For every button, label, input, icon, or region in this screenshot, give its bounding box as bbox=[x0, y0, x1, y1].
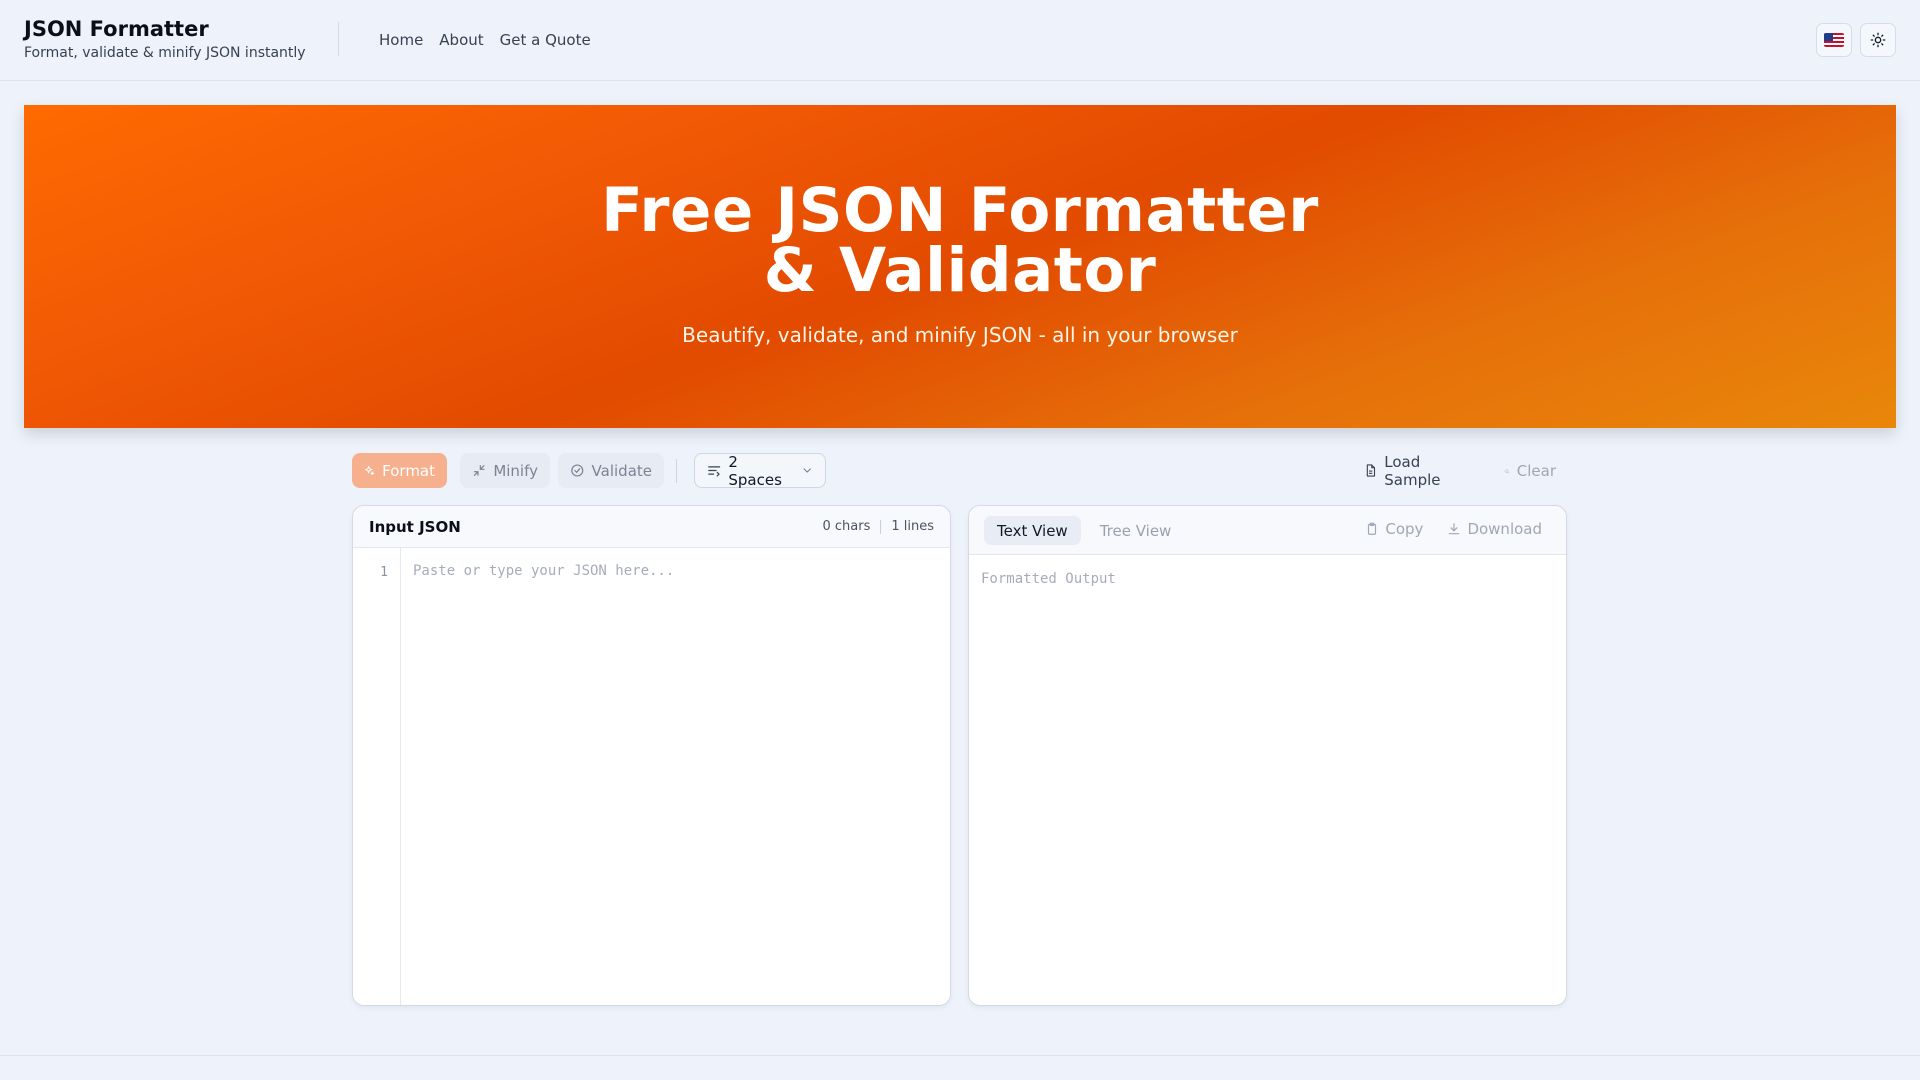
load-sample-label: Load Sample bbox=[1384, 452, 1441, 489]
app-title[interactable]: JSON Formatter bbox=[24, 16, 306, 42]
check-circle-icon bbox=[571, 464, 584, 477]
footer-divider bbox=[0, 1055, 1920, 1056]
load-sample-button[interactable]: Load Sample bbox=[1352, 452, 1482, 489]
us-flag-icon bbox=[1824, 33, 1844, 47]
hero-subtitle: Beautify, validate, and minify JSON - al… bbox=[682, 323, 1238, 347]
file-text-icon bbox=[1366, 464, 1376, 477]
download-label: Download bbox=[1467, 520, 1542, 538]
brand: JSON Formatter Format, validate & minify… bbox=[24, 16, 306, 61]
sparkles-icon bbox=[364, 465, 375, 476]
input-panel-title: Input JSON bbox=[369, 518, 461, 536]
language-button[interactable] bbox=[1816, 23, 1852, 57]
indent-select[interactable]: 2 Spaces bbox=[694, 452, 826, 489]
format-label: Format bbox=[382, 461, 435, 480]
minify-label: Minify bbox=[493, 461, 538, 480]
sun-icon bbox=[1870, 32, 1886, 48]
hero-banner: Free JSON Formatter & Validator Beautify… bbox=[24, 105, 1896, 428]
clear-label: Clear bbox=[1516, 461, 1556, 480]
minimize-arrows-icon bbox=[473, 465, 485, 476]
copy-button[interactable]: Copy bbox=[1365, 520, 1423, 538]
tab-text-view[interactable]: Text View bbox=[984, 516, 1081, 545]
input-panel-header: Input JSON 0 chars 1 lines bbox=[353, 506, 950, 548]
nav-home-link[interactable]: Home bbox=[379, 31, 423, 49]
validate-button[interactable]: Validate bbox=[558, 453, 664, 488]
view-tabs: Text View Tree View bbox=[984, 516, 1184, 545]
output-panel-header: Text View Tree View Copy Download bbox=[969, 506, 1566, 555]
char-count: 0 chars bbox=[822, 519, 871, 534]
validate-label: Validate bbox=[591, 461, 652, 480]
minify-button[interactable]: Minify bbox=[460, 453, 550, 488]
tab-tree-view[interactable]: Tree View bbox=[1087, 516, 1185, 545]
input-editor: 1 bbox=[353, 548, 950, 1005]
copy-label: Copy bbox=[1385, 520, 1424, 538]
main-nav: Home About Get a Quote bbox=[379, 31, 591, 49]
action-toolbar: Format Minify Validate 2 Spaces Load Sam… bbox=[352, 453, 1568, 489]
nav-get-a-quote-link[interactable]: Get a Quote bbox=[500, 31, 591, 49]
indent-label: 2 Spaces bbox=[728, 452, 782, 489]
toolbar-divider bbox=[676, 459, 677, 483]
clear-button[interactable]: Clear bbox=[1492, 453, 1568, 488]
clipboard-icon bbox=[1368, 522, 1377, 535]
eraser-icon bbox=[1504, 469, 1510, 473]
stats-divider bbox=[880, 520, 882, 534]
output-panel: Text View Tree View Copy Download Format… bbox=[968, 505, 1567, 1006]
line-count: 1 lines bbox=[891, 519, 934, 534]
line-number: 1 bbox=[380, 565, 388, 580]
theme-toggle-button[interactable] bbox=[1860, 23, 1896, 57]
input-stats: 0 chars 1 lines bbox=[822, 519, 934, 534]
top-header: JSON Formatter Format, validate & minify… bbox=[0, 0, 1920, 81]
hero-title: Free JSON Formatter & Validator bbox=[24, 180, 1896, 301]
nav-about-link[interactable]: About bbox=[439, 31, 483, 49]
download-icon bbox=[1449, 523, 1460, 535]
json-input[interactable] bbox=[401, 548, 950, 1005]
chevron-down-icon bbox=[803, 468, 811, 473]
format-button[interactable]: Format bbox=[352, 453, 447, 488]
download-button[interactable]: Download bbox=[1447, 520, 1542, 538]
output-actions: Copy Download bbox=[1365, 520, 1542, 538]
header-divider bbox=[338, 22, 339, 56]
input-panel: Input JSON 0 chars 1 lines 1 bbox=[352, 505, 951, 1006]
hero-title-line2: & Validator bbox=[763, 235, 1157, 306]
app-subtitle: Format, validate & minify JSON instantly bbox=[24, 45, 306, 61]
formatted-output[interactable]: Formatted Output bbox=[981, 571, 1116, 587]
indent-lines-icon bbox=[708, 466, 721, 477]
line-number-gutter: 1 bbox=[353, 548, 401, 1005]
